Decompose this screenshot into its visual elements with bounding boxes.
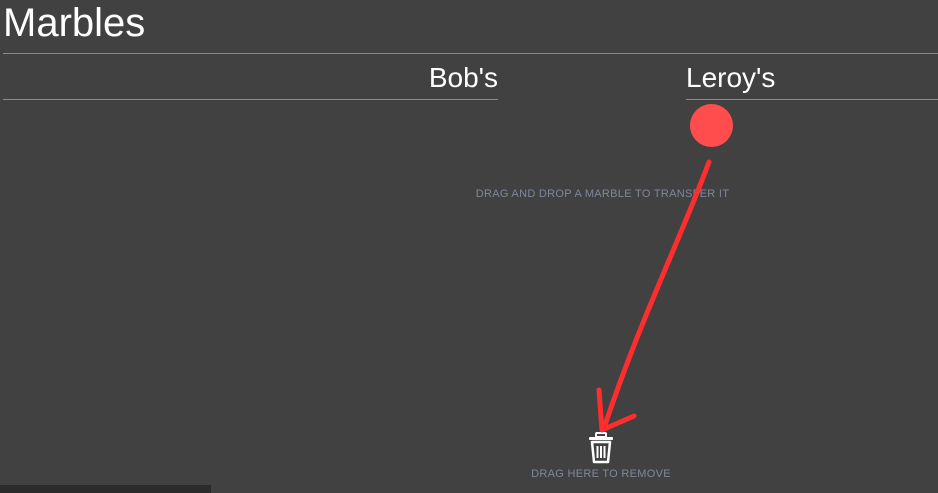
trash-drop-label: DRAG HERE TO REMOVE <box>531 468 671 480</box>
bob-column-divider <box>3 99 498 100</box>
marble[interactable] <box>690 104 733 147</box>
leroy-column-divider <box>686 99 938 100</box>
transfer-hint: DRAG AND DROP A MARBLE TO TRANSFER IT <box>475 188 730 200</box>
app-title: Marbles <box>3 1 146 45</box>
bob-column-header: Bob's <box>428 62 498 93</box>
horizontal-scrollbar[interactable] <box>0 485 211 493</box>
marbles-app: Marbles Bob's Leroy's DRAG AND DROP A MA… <box>0 0 938 493</box>
leroy-column-header: Leroy's <box>686 62 776 93</box>
title-divider <box>3 53 938 54</box>
trash-icon[interactable] <box>586 432 616 464</box>
